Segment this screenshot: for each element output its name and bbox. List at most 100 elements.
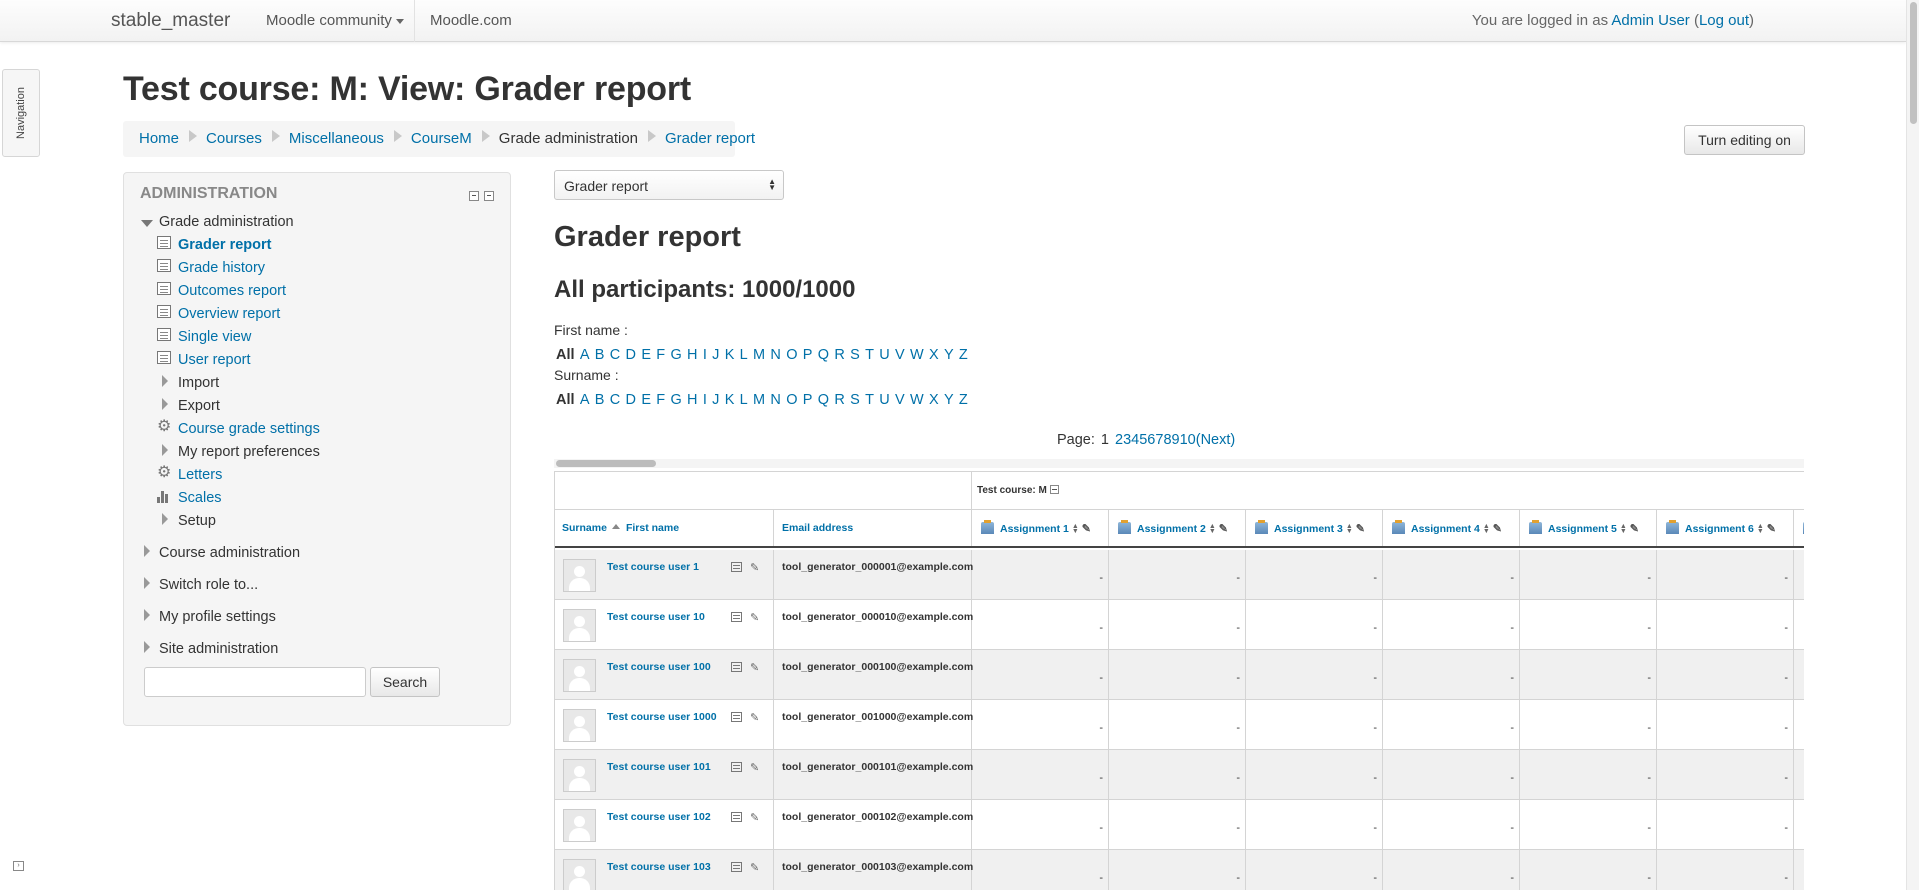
edit-pencil-icon[interactable]: ✎ bbox=[750, 712, 759, 724]
grade-cell[interactable]: - bbox=[1794, 650, 1804, 700]
grade-cell[interactable]: - bbox=[1383, 750, 1520, 800]
surname-initial-i[interactable]: I bbox=[703, 392, 707, 408]
table-scrollbar-thumb[interactable] bbox=[556, 460, 656, 467]
grade-cell[interactable]: - bbox=[1109, 700, 1246, 750]
surname-initial-w[interactable]: W bbox=[910, 392, 924, 408]
surname-initial-a[interactable]: A bbox=[580, 392, 590, 408]
grade-cell[interactable]: - bbox=[1383, 550, 1520, 600]
grade-cell[interactable]: - bbox=[1520, 550, 1657, 600]
sort-by-surname-link[interactable]: Surname bbox=[562, 522, 607, 534]
sort-updown-icon[interactable]: ▲ ▼ bbox=[1346, 523, 1353, 535]
page-link-10[interactable]: 10 bbox=[1180, 432, 1196, 448]
first-name-initial-i[interactable]: I bbox=[703, 347, 707, 363]
assignment-1-link[interactable]: Assignment 1 bbox=[1000, 523, 1069, 535]
first-name-initial-j[interactable]: J bbox=[712, 347, 719, 363]
collapsed-arrow-icon[interactable] bbox=[162, 444, 168, 456]
edit-pencil-icon[interactable]: ✎ bbox=[750, 812, 759, 824]
edit-pencil-icon[interactable]: ✎ bbox=[1630, 522, 1639, 535]
tree-letters[interactable]: Letters bbox=[178, 467, 222, 483]
grade-cell[interactable]: - bbox=[1109, 750, 1246, 800]
grade-cell[interactable]: - bbox=[972, 850, 1109, 890]
avatar[interactable] bbox=[563, 859, 596, 890]
grade-cell[interactable]: - bbox=[972, 600, 1109, 650]
surname-initial-o[interactable]: O bbox=[786, 392, 797, 408]
grade-cell[interactable]: - bbox=[972, 800, 1109, 850]
first-name-initial-s[interactable]: S bbox=[850, 347, 860, 363]
surname-initial-s[interactable]: S bbox=[850, 392, 860, 408]
tree-grade-history[interactable]: Grade history bbox=[178, 260, 265, 276]
next-page-link[interactable]: (Next) bbox=[1196, 432, 1235, 448]
surname-initial-z[interactable]: Z bbox=[959, 392, 968, 408]
grade-cell[interactable]: - bbox=[1246, 850, 1383, 890]
tree-single-view[interactable]: Single view bbox=[178, 329, 251, 345]
edit-pencil-icon[interactable]: ✎ bbox=[1767, 522, 1776, 535]
moodle-community-menu[interactable]: Moodle community bbox=[266, 12, 404, 29]
avatar[interactable] bbox=[563, 559, 596, 592]
table-horizontal-scrollbar[interactable] bbox=[554, 459, 1804, 468]
breadcrumb-miscellaneous[interactable]: Miscellaneous bbox=[289, 130, 384, 147]
sort-by-firstname-link[interactable]: First name bbox=[626, 522, 679, 534]
edit-pencil-icon[interactable]: ✎ bbox=[1356, 522, 1365, 535]
assignment-2-link[interactable]: Assignment 2 bbox=[1137, 523, 1206, 535]
tree-outcomes-report[interactable]: Outcomes report bbox=[178, 283, 286, 299]
surname-initial-h[interactable]: H bbox=[687, 392, 697, 408]
grade-cell[interactable]: - bbox=[1794, 550, 1804, 600]
assignment-4-link[interactable]: Assignment 4 bbox=[1411, 523, 1480, 535]
tree-import[interactable]: Import bbox=[178, 375, 219, 391]
surname-initial-f[interactable]: F bbox=[656, 392, 665, 408]
grade-cell[interactable]: - bbox=[1246, 750, 1383, 800]
logout-link[interactable]: Log out bbox=[1699, 12, 1749, 29]
surname-initial-j[interactable]: J bbox=[712, 392, 719, 408]
grade-cell[interactable]: - bbox=[1657, 800, 1794, 850]
user-name-link[interactable]: Test course user 1000 bbox=[607, 711, 717, 723]
tree-scales[interactable]: Scales bbox=[178, 490, 222, 506]
sort-updown-icon[interactable]: ▲ ▼ bbox=[1483, 523, 1490, 535]
edit-pencil-icon[interactable]: ✎ bbox=[750, 562, 759, 574]
first-name-initial-b[interactable]: B bbox=[595, 347, 605, 363]
tree-switch-role[interactable]: Switch role to... bbox=[159, 577, 258, 593]
first-name-initial-n[interactable]: N bbox=[770, 347, 780, 363]
first-name-initial-o[interactable]: O bbox=[786, 347, 797, 363]
edit-pencil-icon[interactable]: ✎ bbox=[750, 612, 759, 624]
grade-cell[interactable]: - bbox=[1657, 700, 1794, 750]
surname-initial-c[interactable]: C bbox=[610, 392, 620, 408]
first-name-initial-x[interactable]: X bbox=[929, 347, 939, 363]
grade-cell[interactable]: - bbox=[1520, 650, 1657, 700]
minimize-block-icon[interactable] bbox=[469, 191, 479, 201]
tree-setup[interactable]: Setup bbox=[178, 513, 216, 529]
surname-initial-y[interactable]: Y bbox=[944, 392, 954, 408]
first-name-initial-c[interactable]: C bbox=[610, 347, 620, 363]
collapsed-arrow-icon[interactable] bbox=[144, 641, 150, 653]
user-report-icon[interactable] bbox=[731, 862, 742, 872]
first-name-initial-t[interactable]: T bbox=[865, 347, 874, 363]
user-name-link[interactable]: Test course user 103 bbox=[607, 861, 711, 873]
avatar[interactable] bbox=[563, 659, 596, 692]
grade-cell[interactable]: - bbox=[1520, 750, 1657, 800]
edit-pencil-icon[interactable]: ✎ bbox=[750, 662, 759, 674]
first-name-initial-u[interactable]: U bbox=[879, 347, 889, 363]
grade-cell[interactable]: - bbox=[1246, 650, 1383, 700]
grade-cell[interactable]: - bbox=[1794, 750, 1804, 800]
user-report-icon[interactable] bbox=[731, 612, 742, 622]
edit-pencil-icon[interactable]: ✎ bbox=[1493, 522, 1502, 535]
assignment-3-link[interactable]: Assignment 3 bbox=[1274, 523, 1343, 535]
grade-cell[interactable]: - bbox=[1109, 600, 1246, 650]
grade-cell[interactable]: - bbox=[1520, 850, 1657, 890]
first-name-initial-k[interactable]: K bbox=[725, 347, 735, 363]
avatar[interactable] bbox=[563, 809, 596, 842]
first-name-initial-f[interactable]: F bbox=[656, 347, 665, 363]
surname-initial-r[interactable]: R bbox=[834, 392, 844, 408]
grade-cell[interactable]: - bbox=[972, 650, 1109, 700]
navigation-dock-tab[interactable]: Navigation bbox=[2, 69, 40, 157]
grade-cell[interactable]: - bbox=[1657, 550, 1794, 600]
surname-initial-all[interactable]: All bbox=[556, 392, 575, 408]
grade-cell[interactable]: - bbox=[1383, 850, 1520, 890]
breadcrumb-grader-report[interactable]: Grader report bbox=[665, 130, 755, 147]
first-name-initial-z[interactable]: Z bbox=[959, 347, 968, 363]
page-link-2[interactable]: 2 bbox=[1115, 432, 1123, 448]
edit-pencil-icon[interactable]: ✎ bbox=[750, 862, 759, 874]
first-name-initial-m[interactable]: M bbox=[753, 347, 765, 363]
page-scrollbar[interactable] bbox=[1906, 0, 1919, 890]
breadcrumb-coursem[interactable]: CourseM bbox=[411, 130, 472, 147]
edit-pencil-icon[interactable]: ✎ bbox=[1082, 522, 1091, 535]
